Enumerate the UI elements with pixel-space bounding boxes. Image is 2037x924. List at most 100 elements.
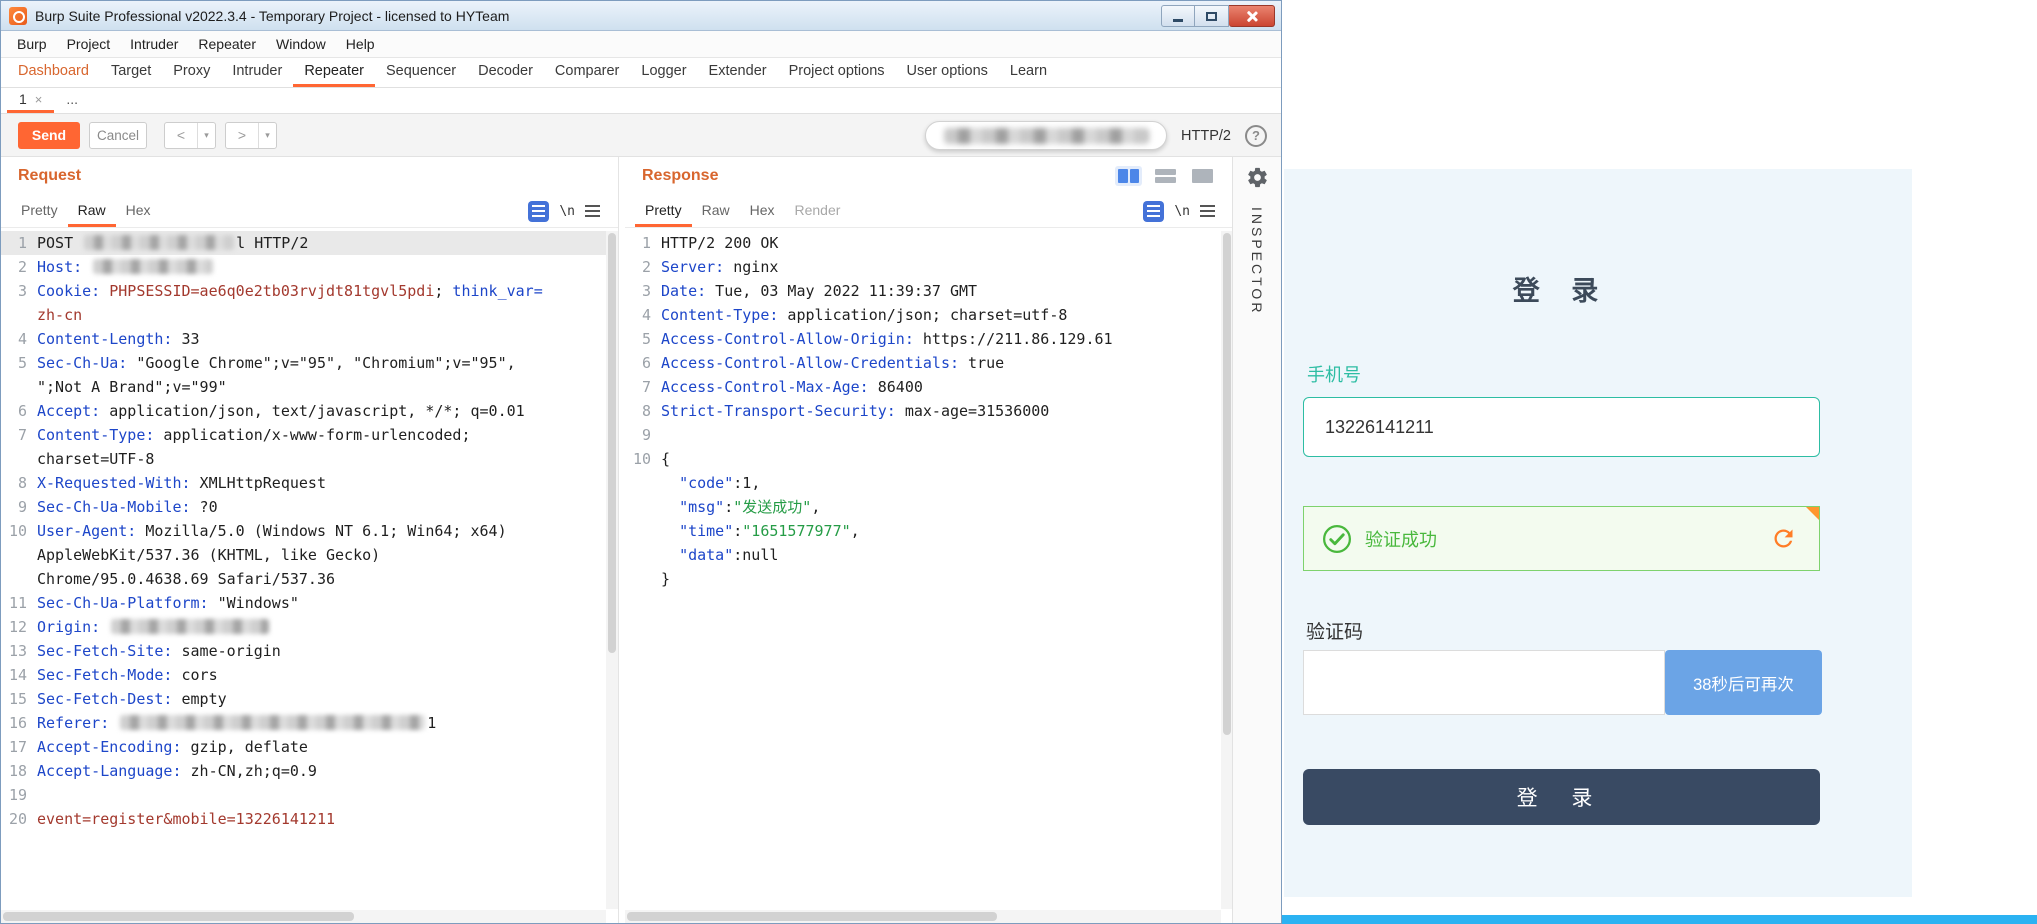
tab-user-options[interactable]: User options <box>896 58 999 87</box>
request-code[interactable]: 1 POST l HTTP/2 2 Host: 3 Cookie: PHPSESSID=… <box>1 231 606 909</box>
view-tab-render[interactable]: Render <box>785 195 851 227</box>
history-back-button[interactable]: < ▾ <box>164 121 216 149</box>
target-host-pill[interactable] <box>925 121 1168 150</box>
line-number: 5 <box>17 354 27 372</box>
titlebar[interactable]: Burp Suite Professional v2022.3.4 - Temp… <box>1 1 1281 31</box>
code-line: "code":1, <box>625 471 1221 495</box>
redacted-target-blur <box>943 127 1149 144</box>
tab-repeater[interactable]: Repeater <box>293 58 375 87</box>
menu-intruder[interactable]: Intruder <box>120 36 188 52</box>
close-tab-icon[interactable]: × <box>35 92 43 107</box>
line-number: 8 <box>641 402 651 420</box>
cancel-button[interactable]: Cancel <box>89 121 147 149</box>
tab-extender[interactable]: Extender <box>698 58 778 87</box>
view-tab-pretty[interactable]: Pretty <box>635 195 692 227</box>
search-settings-icon[interactable] <box>1143 200 1165 222</box>
newline-toggle-icon[interactable]: \n <box>1174 204 1190 219</box>
corner-flag-icon <box>1806 507 1819 520</box>
line-number: 1 <box>17 234 27 252</box>
menu-burp[interactable]: Burp <box>7 36 57 52</box>
maximize-button[interactable] <box>1195 5 1229 27</box>
tab-learn[interactable]: Learn <box>999 58 1058 87</box>
code-line: "msg":"发送成功", <box>625 495 1221 519</box>
line-number <box>1 375 37 399</box>
code-line: 5 Access-Control-Allow-Origin: https://21… <box>625 327 1221 351</box>
tab-logger[interactable]: Logger <box>630 58 697 87</box>
bottom-bar <box>1282 915 2037 924</box>
request-vertical-scrollbar[interactable] <box>606 231 618 909</box>
layout-single-icon[interactable] <box>1189 166 1216 186</box>
line-number: 20 <box>8 810 27 828</box>
login-button[interactable]: 登 录 <box>1303 769 1820 825</box>
menu-help[interactable]: Help <box>336 36 385 52</box>
history-forward-button[interactable]: > ▾ <box>225 121 277 149</box>
tab-target[interactable]: Target <box>100 58 162 87</box>
inspector-label[interactable]: INSPECTOR <box>1249 207 1265 315</box>
menu-window[interactable]: Window <box>266 36 336 52</box>
resend-countdown-button[interactable]: 38秒后可再次 <box>1665 650 1822 715</box>
back-dropdown-icon[interactable]: ▾ <box>198 130 215 141</box>
forward-dropdown-icon[interactable]: ▾ <box>259 130 276 141</box>
window-controls <box>1161 5 1275 27</box>
code-line: "time":"1651577977", <box>625 519 1221 543</box>
login-panel: 登 录 手机号 13226141211 验证成功 验证码 38秒后可再次 登 录 <box>1284 169 1912 897</box>
editor-menu-icon[interactable] <box>585 205 600 217</box>
toolbar: Send Cancel < ▾ > ▾ HTTP/2 ? <box>1 114 1281 157</box>
code-line: 9 Sec-Ch-Ua-Mobile: ?0 <box>1 495 606 519</box>
view-tab-hex[interactable]: Hex <box>116 195 161 227</box>
layout-rows-icon[interactable] <box>1152 166 1179 186</box>
protocol-label: HTTP/2 <box>1181 127 1231 144</box>
back-arrow-icon: < <box>165 122 198 148</box>
code-line: 4 Content-Type: application/json; charset… <box>625 303 1221 327</box>
request-horizontal-scrollbar[interactable] <box>1 910 606 923</box>
code-line: 7 Access-Control-Max-Age: 86400 <box>625 375 1221 399</box>
layout-columns-icon[interactable] <box>1115 166 1142 186</box>
tab-decoder[interactable]: Decoder <box>467 58 544 87</box>
code-line: 3 Cookie: PHPSESSID=ae6q0e2tb03rvjdt81tgv… <box>1 279 606 303</box>
line-number <box>625 471 661 495</box>
tab-dashboard[interactable]: Dashboard <box>7 58 100 87</box>
response-code[interactable]: 1 HTTP/2 200 OK 2 Server: nginx 3 Date: Tue, … <box>625 231 1221 909</box>
code-line: "data":null <box>625 543 1221 567</box>
repeater-tab-1[interactable]: 1 × <box>7 88 55 113</box>
gear-icon[interactable] <box>1246 166 1269 189</box>
newline-toggle-icon[interactable]: \n <box>559 204 575 219</box>
menu-repeater[interactable]: Repeater <box>188 36 266 52</box>
code-line: 13 Sec-Fetch-Site: same-origin <box>1 639 606 663</box>
code-line: 9 <box>625 423 1221 447</box>
line-number <box>625 567 661 591</box>
view-tab-raw[interactable]: Raw <box>67 195 116 227</box>
view-tab-hex[interactable]: Hex <box>740 195 785 227</box>
tab-comparer[interactable]: Comparer <box>544 58 630 87</box>
view-tab-raw[interactable]: Raw <box>692 195 740 227</box>
tab-project-options[interactable]: Project options <box>778 58 896 87</box>
line-number: 12 <box>8 618 27 636</box>
code-line: 4 Content-Length: 33 <box>1 327 606 351</box>
request-view-tabs: Pretty Raw Hex \n <box>1 195 618 228</box>
close-button[interactable] <box>1229 5 1275 27</box>
line-number: 3 <box>641 282 651 300</box>
code-line: 2 Host: <box>1 255 606 279</box>
code-line: 16 Referer: 1 <box>1 711 606 735</box>
response-horizontal-scrollbar[interactable] <box>625 910 1221 923</box>
help-icon[interactable]: ? <box>1245 124 1267 147</box>
verification-code-input[interactable] <box>1303 650 1665 715</box>
tab-proxy[interactable]: Proxy <box>162 58 221 87</box>
refresh-captcha-icon[interactable] <box>1770 525 1797 552</box>
menu-project[interactable]: Project <box>57 36 121 52</box>
code-line: 10{ <box>625 447 1221 471</box>
line-number <box>1 303 37 327</box>
view-tab-pretty[interactable]: Pretty <box>11 195 68 227</box>
tab-sequencer[interactable]: Sequencer <box>375 58 467 87</box>
tab-intruder[interactable]: Intruder <box>221 58 293 87</box>
phone-input[interactable]: 13226141211 <box>1303 397 1820 457</box>
editor-menu-icon[interactable] <box>1200 205 1215 217</box>
more-tabs-button[interactable]: ... <box>54 88 90 113</box>
search-settings-icon[interactable] <box>528 200 550 222</box>
minimize-button[interactable] <box>1161 5 1195 27</box>
code-line: 3 Date: Tue, 03 May 2022 11:39:37 GMT <box>625 279 1221 303</box>
window-title: Burp Suite Professional v2022.3.4 - Temp… <box>35 7 510 24</box>
redacted-blur <box>111 619 270 634</box>
send-button[interactable]: Send <box>18 121 80 149</box>
subtab-bar: 1 × ... <box>1 88 1281 114</box>
